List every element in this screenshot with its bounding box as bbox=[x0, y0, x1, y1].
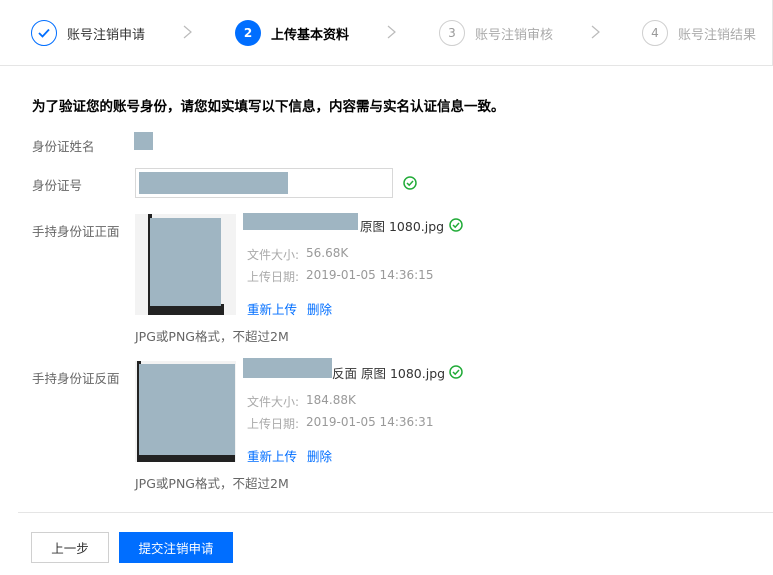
id-number-label: 身份证号 bbox=[32, 178, 83, 193]
step-3-label: 账号注销审核 bbox=[475, 27, 554, 43]
redacted-file-name bbox=[243, 358, 332, 378]
verification-notice: 为了验证您的账号身份，请您如实填写以下信息，内容需与实名认证信息一致。 bbox=[32, 99, 505, 115]
footer-divider bbox=[18, 512, 773, 513]
chevron-right-icon bbox=[591, 25, 600, 39]
redacted-photo bbox=[139, 364, 235, 455]
front-reupload-link[interactable]: 重新上传 bbox=[247, 299, 297, 318]
step-2-number: 2 bbox=[235, 20, 261, 46]
back-file-name: 反面 原图 1080.jpg bbox=[332, 366, 446, 381]
back-upload-hint: JPG或PNG格式，不超过2M bbox=[135, 476, 289, 491]
step-1: 账号注销申请 bbox=[31, 19, 145, 47]
back-reupload-link[interactable]: 重新上传 bbox=[247, 446, 297, 465]
step-3: 3 账号注销审核 bbox=[439, 19, 553, 47]
front-upload-hint: JPG或PNG格式，不超过2M bbox=[135, 329, 289, 344]
front-date-label: 上传日期: bbox=[247, 270, 300, 284]
step-3-number: 3 bbox=[439, 20, 465, 46]
front-delete-link[interactable]: 删除 bbox=[307, 299, 332, 318]
previous-step-button[interactable]: 上一步 bbox=[31, 532, 109, 563]
redacted-photo bbox=[150, 218, 221, 306]
back-date-value: 2019-01-05 14:36:31 bbox=[306, 415, 434, 429]
step-2-label: 上传基本资料 bbox=[271, 27, 350, 43]
redacted-file-name bbox=[243, 213, 358, 230]
step-4-label: 账号注销结果 bbox=[678, 27, 757, 43]
front-id-thumbnail[interactable] bbox=[135, 214, 236, 315]
success-check-icon bbox=[449, 365, 463, 379]
front-date-value: 2019-01-05 14:36:15 bbox=[306, 268, 434, 282]
back-id-thumbnail[interactable] bbox=[135, 361, 236, 462]
step-4-number: 4 bbox=[642, 20, 668, 46]
front-size-value: 56.68K bbox=[306, 246, 349, 260]
redacted-name bbox=[134, 132, 153, 150]
step-1-label: 账号注销申请 bbox=[67, 27, 146, 43]
front-file-name: 原图 1080.jpg bbox=[360, 219, 445, 234]
back-size-value: 184.88K bbox=[306, 393, 356, 407]
redacted-id-number bbox=[139, 172, 288, 194]
back-date-label: 上传日期: bbox=[247, 417, 300, 431]
submit-cancellation-button[interactable]: 提交注销申请 bbox=[119, 532, 233, 563]
success-check-icon bbox=[449, 218, 463, 232]
name-label: 身份证姓名 bbox=[32, 139, 95, 154]
check-icon bbox=[31, 20, 57, 46]
chevron-right-icon bbox=[183, 25, 192, 39]
id-number-input[interactable] bbox=[135, 168, 393, 198]
chevron-right-icon bbox=[387, 25, 396, 39]
front-size-label: 文件大小: bbox=[247, 248, 300, 262]
photo-edge bbox=[137, 454, 235, 462]
success-check-icon bbox=[403, 176, 417, 190]
step-2: 2 上传基本资料 bbox=[235, 19, 349, 47]
back-size-label: 文件大小: bbox=[247, 395, 300, 409]
step-indicator: 账号注销申请 2 上传基本资料 3 账号注销审核 4 账号注销结果 bbox=[0, 0, 773, 66]
step-4: 4 账号注销结果 bbox=[642, 19, 756, 47]
front-id-label: 手持身份证正面 bbox=[32, 224, 120, 239]
back-id-label: 手持身份证反面 bbox=[32, 371, 120, 386]
back-delete-link[interactable]: 删除 bbox=[307, 446, 332, 465]
